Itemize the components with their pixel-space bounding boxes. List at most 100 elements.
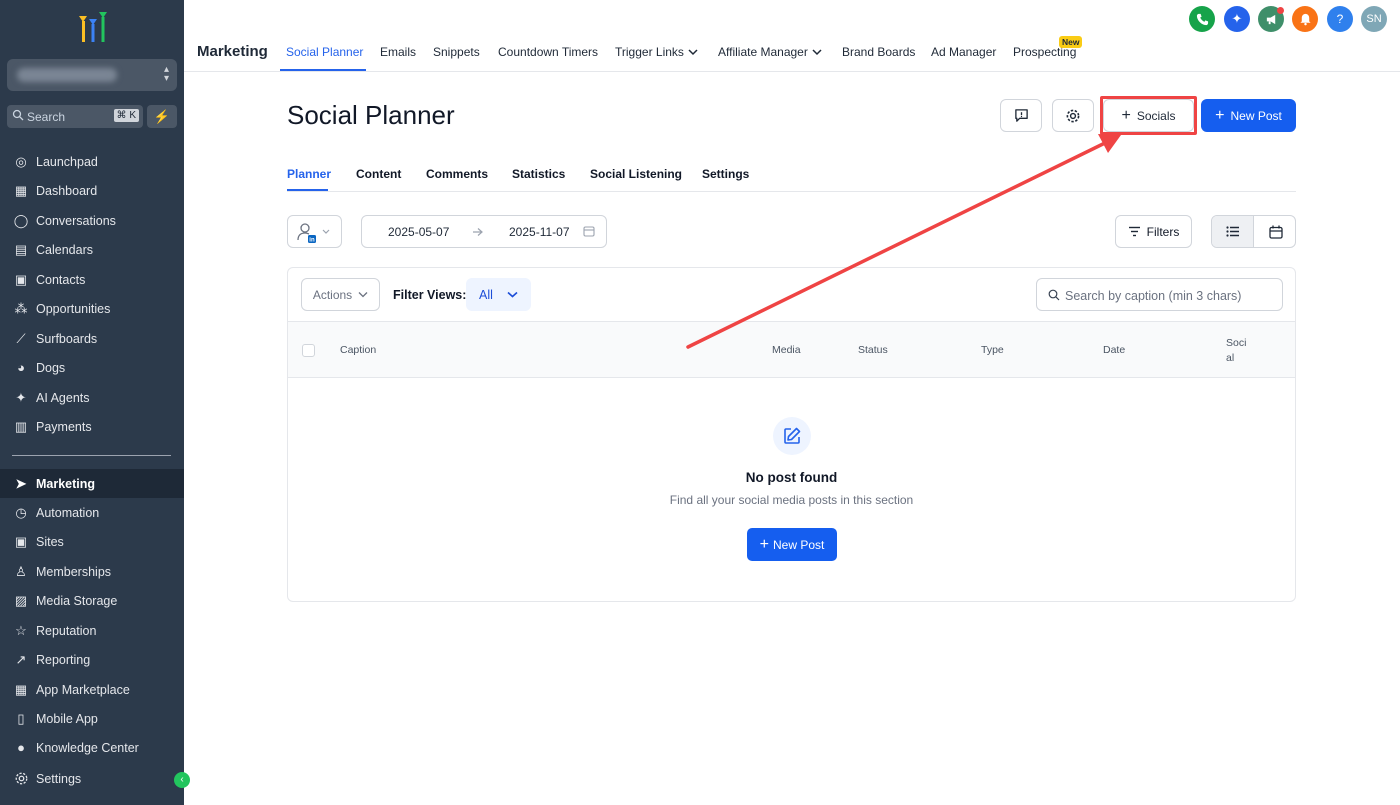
subtab-planner[interactable]: Planner xyxy=(287,167,331,181)
bolt-icon: ⚡ xyxy=(153,109,171,124)
sidebar-item-label: Reporting xyxy=(36,652,91,667)
sidebar-item-label: Contacts xyxy=(36,272,86,287)
sidebar-item-app-marketplace[interactable]: ▦ App Marketplace xyxy=(0,675,184,704)
sidebar-item-contacts[interactable]: ▣ Contacts xyxy=(0,265,184,294)
info-icon: ● xyxy=(17,740,25,755)
subtab-statistics[interactable]: Statistics xyxy=(512,167,565,181)
chevron-down-icon xyxy=(358,292,368,298)
tab-emails[interactable]: Emails xyxy=(380,45,416,59)
calendar-icon xyxy=(583,226,595,237)
column-media: Media xyxy=(772,344,801,356)
sidebar-item-label: Dashboard xyxy=(36,183,98,198)
help-button[interactable]: ? xyxy=(1327,6,1353,32)
filter-views-value: All xyxy=(479,287,493,302)
view-toggle xyxy=(1211,215,1296,248)
sidebar-search[interactable]: Search ⌘ K xyxy=(7,105,143,128)
gear-icon xyxy=(1066,109,1080,122)
tab-affiliate-manager[interactable]: Affiliate Manager xyxy=(718,45,808,59)
notification-dot xyxy=(1277,7,1284,14)
quick-actions-button[interactable]: ⚡ xyxy=(147,105,177,128)
sidebar-item-conversations[interactable]: ◯ Conversations xyxy=(0,206,184,235)
tab-trigger-links[interactable]: Trigger Links xyxy=(615,45,684,59)
phone-button[interactable] xyxy=(1189,6,1215,32)
sidebar-item-label: Payments xyxy=(36,419,92,434)
avatar[interactable]: SN xyxy=(1361,6,1387,32)
sidebar-divider xyxy=(12,455,171,456)
sidebar-item-label: Surfboards xyxy=(36,331,98,346)
filter-views-select[interactable]: All xyxy=(466,278,531,311)
sidebar-item-memberships[interactable]: ♙ Memberships xyxy=(0,557,184,586)
column-caption: Caption xyxy=(340,344,377,356)
subtab-settings[interactable]: Settings xyxy=(702,167,749,181)
notifications-button[interactable] xyxy=(1292,6,1318,32)
empty-new-post-button[interactable]: + New Post xyxy=(747,528,837,561)
calendar-view-button[interactable] xyxy=(1255,216,1295,247)
subtab-content[interactable]: Content xyxy=(356,167,401,181)
sidebar-item-reputation[interactable]: ☆ Reputation xyxy=(0,616,184,645)
sidebar-item-settings[interactable]: Settings xyxy=(0,764,184,793)
sidebar-item-dogs[interactable]: ◕ Dogs xyxy=(0,353,184,382)
caption-search-input[interactable]: Search by caption (min 3 chars) xyxy=(1036,278,1283,311)
megaphone-icon xyxy=(1266,14,1275,24)
settings-button[interactable] xyxy=(1052,99,1094,132)
sparkle-icon: ✦ xyxy=(1231,11,1243,26)
section-title: Marketing xyxy=(197,43,268,60)
sidebar-item-sites[interactable]: ▣ Sites xyxy=(0,527,184,556)
sidebar: ▴ ▾ Search ⌘ K ⚡ ◎ Launchpad ▦ Dashboard ◯ Con… xyxy=(0,0,184,805)
tab-countdown-timers[interactable]: Countdown Timers xyxy=(498,45,598,59)
list-view-button[interactable] xyxy=(1212,216,1254,247)
tab-social-planner[interactable]: Social Planner xyxy=(286,45,363,59)
column-type: Type xyxy=(981,344,1004,356)
empty-state-subtitle: Find all your social media posts in this… xyxy=(669,493,914,507)
launchpad-icon: ◎ xyxy=(15,153,27,169)
collapse-sidebar-button[interactable]: ‹ xyxy=(174,772,190,788)
filters-button[interactable]: Filters xyxy=(1115,215,1192,248)
sidebar-item-opportunities[interactable]: ⁂ Opportunities xyxy=(0,294,184,323)
sidebar-item-label: Launchpad xyxy=(36,154,98,169)
sidebar-item-marketing[interactable]: ➤ Marketing xyxy=(0,469,184,498)
sidebar-item-label: Marketing xyxy=(36,476,96,491)
social-account-select[interactable]: in xyxy=(287,215,342,248)
filter-icon xyxy=(1128,226,1140,237)
account-switcher[interactable]: ▴ ▾ xyxy=(7,59,177,91)
app-logo xyxy=(79,12,107,42)
sidebar-item-media-storage[interactable]: ▨ Media Storage xyxy=(0,586,184,615)
help-icon: ? xyxy=(1336,12,1344,26)
sidebar-item-payments[interactable]: ▥ Payments xyxy=(0,412,184,441)
bell-icon xyxy=(1299,13,1311,25)
user-linkedin-icon: in xyxy=(297,223,316,244)
empty-state-title: No post found xyxy=(745,470,838,485)
sidebar-item-label: Sites xyxy=(36,534,64,549)
date-range-picker[interactable]: 2025-05-07 2025-11-07 xyxy=(361,215,607,248)
subtab-social-listening[interactable]: Social Listening xyxy=(590,167,682,181)
ai-assistant-button[interactable]: ✦ xyxy=(1224,6,1250,32)
new-post-button[interactable]: + New Post xyxy=(1201,99,1296,132)
empty-new-post-label: New Post xyxy=(772,537,825,552)
sidebar-item-automation[interactable]: ◷ Automation xyxy=(0,498,184,527)
account-name-blurred xyxy=(17,68,117,82)
tab-brand-boards[interactable]: Brand Boards xyxy=(842,45,915,59)
tab-snippets[interactable]: Snippets xyxy=(433,45,480,59)
sidebar-item-label: Reputation xyxy=(36,623,97,638)
page-title: Social Planner xyxy=(287,100,455,130)
actions-dropdown[interactable]: Actions xyxy=(301,278,380,311)
chevron-down-icon xyxy=(507,291,518,298)
sidebar-item-reporting[interactable]: ↗ Reporting xyxy=(0,645,184,674)
sidebar-item-surfboards[interactable]: ⟋ Surfboards xyxy=(0,324,184,353)
sidebar-item-launchpad[interactable]: ◎ Launchpad xyxy=(0,147,184,176)
sidebar-item-label: AI Agents xyxy=(36,390,90,405)
table-header: Caption Media Status Type Date Soci al xyxy=(288,321,1295,378)
sites-icon: ▣ xyxy=(14,533,28,549)
feedback-button[interactable] xyxy=(1000,99,1042,132)
date-end: 2025-11-07 xyxy=(509,225,570,239)
tab-ad-manager[interactable]: Ad Manager xyxy=(931,45,996,59)
sidebar-item-mobile-app[interactable]: ▯ Mobile App xyxy=(0,704,184,733)
sidebar-item-knowledge-center[interactable]: ● Knowledge Center xyxy=(0,733,184,762)
sidebar-item-dashboard[interactable]: ▦ Dashboard xyxy=(0,176,184,205)
active-tab-indicator xyxy=(280,69,366,71)
sparkle-icon: ✦ xyxy=(15,389,27,405)
sidebar-item-calendars[interactable]: ▤ Calendars xyxy=(0,235,184,264)
select-all-checkbox[interactable] xyxy=(302,344,315,357)
subtab-comments[interactable]: Comments xyxy=(426,167,488,181)
sidebar-item-ai-agents[interactable]: ✦ AI Agents xyxy=(0,383,184,412)
